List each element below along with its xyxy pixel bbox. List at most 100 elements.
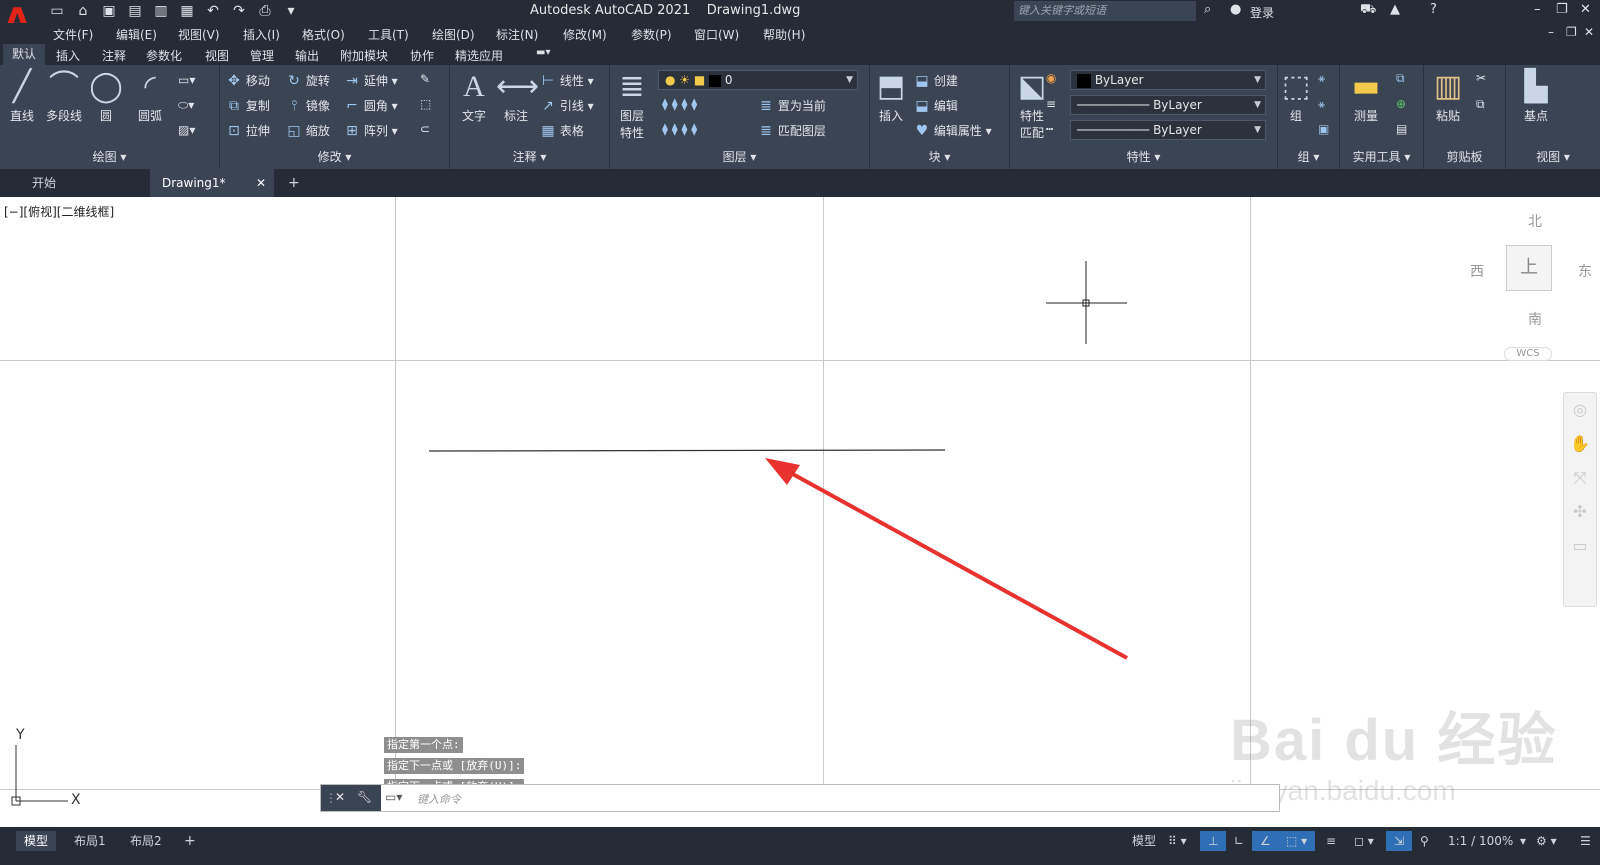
new-icon[interactable]: ▭	[48, 2, 66, 20]
close-icon[interactable]: ✕	[1580, 2, 1591, 17]
mirror-button[interactable]: ⫯ 镜像	[286, 97, 330, 114]
viewcube-south[interactable]: 南	[1528, 309, 1542, 329]
array-button[interactable]: ⊞ 阵列 ▾	[344, 122, 398, 139]
undo-icon[interactable]: ↶	[204, 2, 222, 20]
set-current-button[interactable]: ≣ 置为当前	[758, 97, 826, 114]
layout-tab-layout2[interactable]: 布局2	[122, 831, 170, 851]
save-icon[interactable]: ▣	[100, 2, 118, 20]
measure-button[interactable]: ▬ 测量	[1344, 67, 1388, 124]
model-space-button[interactable]: 模型	[1124, 831, 1164, 851]
open-icon[interactable]: ⌂	[74, 2, 92, 20]
print-icon[interactable]: ⎙	[256, 2, 274, 20]
menu-help[interactable]: 帮助(H)	[763, 26, 805, 43]
qat-dropdown-icon[interactable]: ▾	[282, 2, 300, 20]
autodesk-a360-icon[interactable]: ▲	[1390, 2, 1400, 17]
edit-attributes-button[interactable]: ♥ 编辑属性 ▾	[914, 122, 992, 139]
snap-icon[interactable]: ⊥	[1200, 831, 1227, 851]
annotation-visibility-icon[interactable]: ⚲	[1412, 831, 1437, 851]
close-command-icon[interactable]: ✕	[335, 790, 345, 804]
wcs-menu[interactable]: WCS	[1504, 347, 1552, 361]
customize-wrench-icon[interactable]: 🔧︎	[357, 790, 372, 804]
insert-block-button[interactable]: ⬒ 插入	[872, 67, 910, 124]
ortho-icon[interactable]: ∟	[1226, 831, 1252, 851]
edit-block-button[interactable]: ⬓ 编辑	[914, 97, 957, 114]
tab-insert[interactable]: 插入	[56, 47, 80, 64]
panel-title-annotation[interactable]: 注释 ▾	[450, 148, 609, 165]
hatch-icon[interactable]: ▨▾	[178, 123, 195, 137]
panel-title-utilities[interactable]: 实用工具 ▾	[1340, 148, 1423, 165]
minimize-icon[interactable]: –	[1534, 2, 1541, 17]
annotation-scale[interactable]: 1:1 / 100%	[1440, 831, 1521, 851]
object-snap-tracking-icon[interactable]: ≡	[1318, 831, 1344, 851]
polar-icon[interactable]: ∠	[1252, 831, 1279, 851]
stretch-button[interactable]: ⊡ 拉伸	[226, 122, 270, 139]
menu-insert[interactable]: 插入(I)	[243, 26, 280, 43]
pan-icon[interactable]: ✋	[1564, 427, 1596, 461]
panel-title-block[interactable]: 块 ▾	[870, 148, 1009, 165]
scale-button[interactable]: ◱ 缩放	[286, 122, 329, 139]
doc-minimize-icon[interactable]: –	[1548, 25, 1554, 39]
panel-title-modify[interactable]: 修改 ▾	[220, 148, 449, 165]
offset-icon[interactable]: ⊂	[420, 122, 430, 136]
tab-default[interactable]: 默认	[3, 44, 46, 65]
viewcube-top-face[interactable]: 上	[1506, 245, 1552, 291]
arc-button[interactable]: ◜ 圆弧	[130, 67, 170, 124]
erase-icon[interactable]: ✎	[420, 72, 430, 86]
menu-file[interactable]: 文件(F)	[53, 26, 93, 43]
extend-button[interactable]: ⇥ 延伸 ▾	[344, 72, 398, 89]
tab-start[interactable]: 开始	[20, 169, 150, 197]
menu-modify[interactable]: 修改(M)	[563, 26, 607, 43]
close-tab-icon[interactable]: ✕	[256, 169, 266, 197]
ribbon-toggle-icon[interactable]: ▬▾	[536, 47, 550, 58]
menu-view[interactable]: 视图(V)	[178, 26, 220, 43]
drawn-line[interactable]	[428, 449, 946, 452]
panel-title-view[interactable]: 视图 ▾	[1506, 148, 1600, 165]
search-icon[interactable]: ⌕	[1204, 2, 1211, 17]
menu-window[interactable]: 窗口(W)	[694, 26, 739, 43]
command-input[interactable]: 键入命令	[417, 791, 461, 807]
panel-title-layers[interactable]: 图层 ▾	[610, 148, 869, 165]
layout-tab-layout1[interactable]: 布局1	[66, 831, 114, 851]
steering-wheel-icon[interactable]: ◎	[1564, 393, 1596, 427]
polyline-button[interactable]: ⌒ 多段线	[42, 67, 86, 124]
drawing-canvas[interactable]: [−][俯视][二维线框] Y X 北 西 东 南 上 WCS ◎ ✋ ⤧ ✣ …	[0, 197, 1600, 827]
panel-title-properties[interactable]: 特性 ▾	[1010, 148, 1277, 165]
text-button[interactable]: A 文字	[454, 67, 494, 124]
group-edit-icon[interactable]: ⚹	[1318, 97, 1325, 112]
leader-button[interactable]: ↗ 引线 ▾	[540, 97, 594, 114]
grid-icon[interactable]: ⠿ ▾	[1160, 831, 1195, 851]
panel-title-groups[interactable]: 组 ▾	[1278, 148, 1339, 165]
match-layer-button[interactable]: ≣ 匹配图层	[758, 122, 826, 139]
move-button[interactable]: ✥ 移动	[226, 72, 270, 89]
tab-manage[interactable]: 管理	[250, 47, 274, 64]
recent-commands-icon[interactable]: ▭▾	[385, 790, 402, 804]
viewcube-north[interactable]: 北	[1528, 211, 1542, 231]
tab-collaborate[interactable]: 协作	[410, 47, 434, 64]
tab-addins[interactable]: 附加模块	[340, 47, 388, 64]
panel-title-draw[interactable]: 绘图 ▾	[0, 148, 219, 165]
menu-edit[interactable]: 编辑(E)	[116, 26, 157, 43]
layer-tools-row2[interactable]: ⧫ ⧫ ⧫ ⧫	[662, 122, 697, 136]
circle-button[interactable]: ◯ 圆	[88, 67, 124, 124]
showmotion-icon[interactable]: ▭	[1564, 529, 1596, 563]
tab-drawing1[interactable]: Drawing1* ✕	[150, 169, 274, 197]
rectangle-icon[interactable]: ▭▾	[178, 73, 195, 87]
rotate-button[interactable]: ↻ 旋转	[286, 72, 330, 89]
tab-parametric[interactable]: 参数化	[146, 47, 182, 64]
redo-icon[interactable]: ↷	[230, 2, 248, 20]
panel-title-clipboard[interactable]: 剪贴板	[1424, 148, 1505, 165]
copy-button[interactable]: ⧉ 复制	[226, 97, 270, 114]
menu-dimension[interactable]: 标注(N)	[496, 26, 538, 43]
tab-view[interactable]: 视图	[205, 47, 229, 64]
layer-tools-row1[interactable]: ⧫ ⧫ ⧫ ⧫	[662, 97, 697, 111]
base-point-button[interactable]: ▙ 基点	[1514, 67, 1558, 124]
ungroup-icon[interactable]: ⚹	[1318, 71, 1325, 86]
new-layout-icon[interactable]: +	[176, 831, 204, 851]
save-as-icon[interactable]: ▤	[126, 2, 144, 20]
point-icon[interactable]: ⊕	[1396, 97, 1406, 111]
calculator-icon[interactable]: ▤	[1396, 122, 1407, 136]
dynamic-ucs-icon[interactable]: ⇲	[1386, 831, 1413, 851]
color-dropdown[interactable]: ByLayer ▼	[1070, 70, 1266, 90]
ellipse-icon[interactable]: ⬭▾	[178, 98, 194, 113]
menu-draw[interactable]: 绘图(D)	[432, 26, 475, 43]
